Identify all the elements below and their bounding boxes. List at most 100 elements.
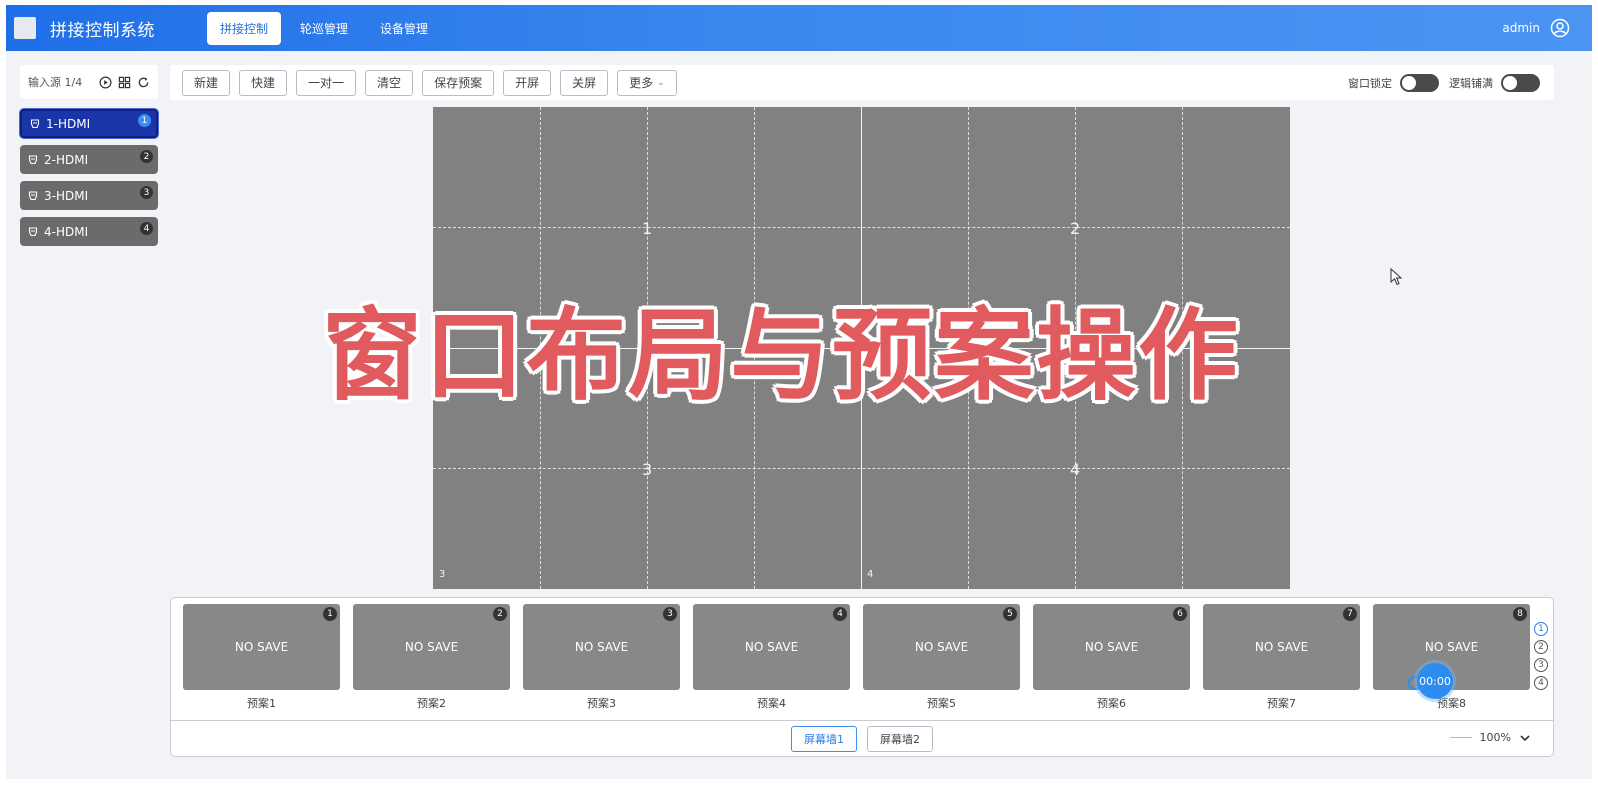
page-1-button[interactable]: 1 <box>1534 622 1548 636</box>
preset-name: 预案7 <box>1267 697 1296 710</box>
logic-fill-label: 逻辑铺满 <box>1449 76 1493 90</box>
screen-off-button[interactable]: 关屏 <box>560 69 609 96</box>
input-source-title: 输入源 1/4 <box>28 76 83 89</box>
chevron-down-icon[interactable] <box>1519 732 1531 744</box>
nav-device-management[interactable]: 设备管理 <box>367 12 441 45</box>
source-item-2-hdmi[interactable]: 2-HDMI 2 <box>20 145 158 174</box>
hdmi-icon <box>28 190 38 200</box>
tab-screen-wall-2[interactable]: 屏幕墙2 <box>867 726 933 752</box>
preset-number-badge: 1 <box>323 607 337 621</box>
zoom-slider[interactable] <box>1449 737 1472 738</box>
source-item-label: 3-HDMI <box>44 188 89 203</box>
preset-list: NO SAVE 1 预案1 NO SAVE 2 预案2 NO SAVE 3 预案… <box>183 604 1530 711</box>
hdmi-icon <box>28 226 38 236</box>
preset-name: 预案4 <box>757 697 786 710</box>
preset-number-badge: 5 <box>1003 607 1017 621</box>
grid-icon[interactable] <box>118 76 131 89</box>
preset-panel: NO SAVE 1 预案1 NO SAVE 2 预案2 NO SAVE 3 预案… <box>170 597 1554 757</box>
preset-name: 预案3 <box>587 697 616 710</box>
username[interactable]: admin <box>1502 21 1540 35</box>
main-nav: 拼接控制 轮巡管理 设备管理 <box>207 11 441 45</box>
preset-card[interactable]: NO SAVE 5 预案5 <box>863 604 1020 711</box>
save-preset-button[interactable]: 保存预案 <box>422 69 495 96</box>
corner-label: 4 <box>867 569 874 580</box>
tab-screen-wall-1[interactable]: 屏幕墙1 <box>791 726 857 752</box>
page-3-button[interactable]: 3 <box>1534 658 1548 672</box>
nav-splice-control[interactable]: 拼接控制 <box>207 11 282 45</box>
preset-thumbnail[interactable]: NO SAVE 5 <box>863 604 1020 690</box>
preset-card[interactable]: NO SAVE 1 预案1 <box>183 604 340 711</box>
preset-thumbnail[interactable]: NO SAVE 2 <box>353 604 510 690</box>
source-item-4-hdmi[interactable]: 4-HDMI 4 <box>20 217 158 246</box>
preset-name: 预案8 <box>1437 697 1466 710</box>
source-item-3-hdmi[interactable]: 3-HDMI 3 <box>20 181 158 210</box>
play-icon[interactable] <box>99 76 112 89</box>
preset-thumbnail[interactable]: NO SAVE 6 <box>1033 604 1190 690</box>
screen-on-button[interactable]: 开屏 <box>503 69 552 96</box>
preset-pagination: 1 2 3 4 <box>1534 622 1548 690</box>
window-lock-label: 窗口锁定 <box>1348 76 1392 90</box>
preset-thumb-text: NO SAVE <box>404 640 459 654</box>
source-badge: 4 <box>140 222 153 235</box>
preset-number-badge: 8 <box>1513 607 1527 621</box>
more-label: 更多 <box>629 76 654 90</box>
input-source-list: 1-HDMI 1 2-HDMI 2 3-HDMI 3 4-HDMI 4 <box>20 109 158 246</box>
app-logo <box>14 17 36 39</box>
overlay-title: 窗口布局与预案操作 <box>322 297 1240 414</box>
preset-thumb-text: NO SAVE <box>914 640 969 654</box>
app-title: 拼接控制系统 <box>50 20 155 41</box>
screen-label-1: 1 <box>642 219 653 238</box>
new-button[interactable]: 新建 <box>182 69 231 96</box>
screen-label-2: 2 <box>1070 219 1081 238</box>
divider <box>171 720 1553 721</box>
preset-thumbnail[interactable]: NO SAVE 3 <box>523 604 680 690</box>
chevron-down-icon: ⌄ <box>657 77 665 88</box>
preset-card[interactable]: NO SAVE 8 预案8 <box>1373 604 1530 711</box>
more-dropdown[interactable]: 更多 ⌄ <box>617 69 677 96</box>
preset-thumbnail[interactable]: NO SAVE 4 <box>693 604 850 690</box>
logic-fill-toggle[interactable] <box>1501 73 1540 92</box>
corner-label: 3 <box>439 569 446 580</box>
zoom-control[interactable]: 100% <box>1449 731 1531 744</box>
clear-button[interactable]: 清空 <box>365 69 414 96</box>
source-badge: 1 <box>138 114 151 127</box>
preset-thumb-text: NO SAVE <box>234 640 289 654</box>
preset-card[interactable]: NO SAVE 6 预案6 <box>1033 604 1190 711</box>
screen-wall-tabs: 屏幕墙1 屏幕墙2 <box>171 726 1553 752</box>
preset-card[interactable]: NO SAVE 3 预案3 <box>523 604 680 711</box>
refresh-icon[interactable] <box>137 76 150 89</box>
preset-name: 预案2 <box>417 697 446 710</box>
quick-build-button[interactable]: 快建 <box>239 69 288 96</box>
main-area: 输入源 1/4 1-HDMI 1 2-HDMI 2 3-HDMI 3 4-HDM… <box>6 51 1592 779</box>
preset-name: 预案6 <box>1097 697 1126 710</box>
zoom-level: 100% <box>1479 731 1511 744</box>
user-avatar-icon[interactable] <box>1550 18 1570 38</box>
page-4-button[interactable]: 4 <box>1534 676 1548 690</box>
recording-timer[interactable]: 00:00 <box>1417 663 1453 699</box>
page-2-button[interactable]: 2 <box>1534 640 1548 654</box>
preset-thumbnail[interactable]: NO SAVE 7 <box>1203 604 1360 690</box>
action-toolbar: 新建 快建 一对一 清空 保存预案 开屏 关屏 更多 ⌄ 窗口锁定 逻辑铺满 <box>170 65 1554 100</box>
one-to-one-button[interactable]: 一对一 <box>296 69 357 96</box>
source-item-label: 1-HDMI <box>46 116 91 131</box>
source-item-label: 2-HDMI <box>44 152 89 167</box>
preset-number-badge: 3 <box>663 607 677 621</box>
preset-thumb-text: NO SAVE <box>744 640 799 654</box>
preset-card[interactable]: NO SAVE 7 预案7 <box>1203 604 1360 711</box>
preset-name: 预案5 <box>927 697 956 710</box>
screen-label-3: 3 <box>642 460 653 479</box>
preset-thumb-text: NO SAVE <box>1084 640 1139 654</box>
preset-thumb-text: NO SAVE <box>1424 640 1479 654</box>
preset-thumbnail[interactable]: NO SAVE 1 <box>183 604 340 690</box>
hdmi-icon <box>30 118 40 128</box>
source-badge: 3 <box>140 186 153 199</box>
preset-card[interactable]: NO SAVE 2 预案2 <box>353 604 510 711</box>
input-source-panel: 输入源 1/4 1-HDMI 1 2-HDMI 2 3-HDMI 3 4-HDM… <box>20 65 158 246</box>
window-lock-toggle[interactable] <box>1400 73 1439 92</box>
source-badge: 2 <box>140 150 153 163</box>
hdmi-icon <box>28 154 38 164</box>
source-item-1-hdmi[interactable]: 1-HDMI 1 <box>20 109 158 138</box>
nav-patrol-management[interactable]: 轮巡管理 <box>287 12 361 45</box>
preset-card[interactable]: NO SAVE 4 预案4 <box>693 604 850 711</box>
input-source-header: 输入源 1/4 <box>20 65 158 99</box>
